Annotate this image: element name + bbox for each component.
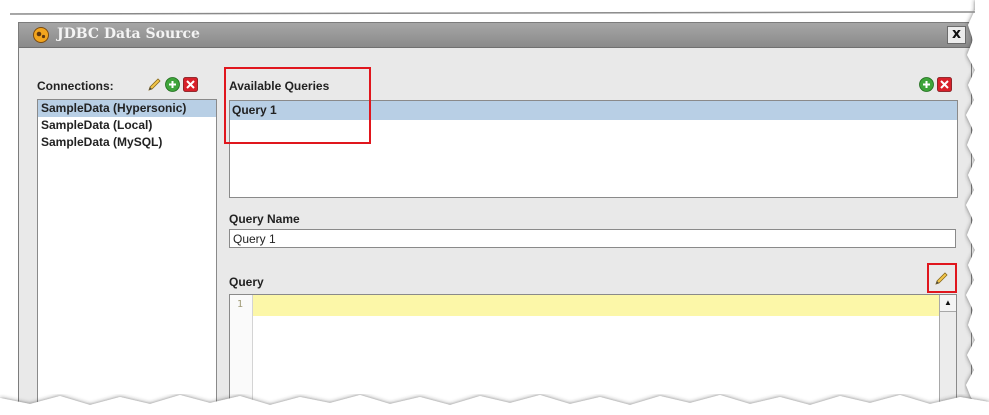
annotation-box-edit <box>927 263 957 293</box>
list-item[interactable]: SampleData (Local) <box>38 117 216 134</box>
line-number: 1 <box>237 299 244 310</box>
list-item[interactable]: SampleData (Hypersonic) <box>38 100 216 117</box>
dialog-title: JDBC Data Source <box>57 26 200 42</box>
current-line-highlight <box>253 295 940 316</box>
connections-label: Connections: <box>37 79 114 93</box>
scroll-up-arrow-icon[interactable]: ▲ <box>940 295 956 312</box>
close-button[interactable]: x <box>947 26 966 44</box>
line-gutter: 1 <box>230 295 253 408</box>
add-connection-icon[interactable] <box>165 77 180 92</box>
remove-query-icon[interactable] <box>937 77 952 92</box>
pentaho-icon <box>33 27 49 43</box>
query-label: Query <box>229 275 264 289</box>
jdbc-dialog: JDBC Data Source x Connections: SampleDa… <box>18 22 972 409</box>
title-bar[interactable]: JDBC Data Source x <box>19 23 971 48</box>
vertical-scrollbar[interactable]: ▲ <box>939 295 956 408</box>
query-name-input[interactable] <box>229 229 956 248</box>
query-name-label: Query Name <box>229 212 300 226</box>
connections-list[interactable]: SampleData (Hypersonic) SampleData (Loca… <box>37 99 217 408</box>
add-query-icon[interactable] <box>919 77 934 92</box>
annotation-box-queries <box>224 67 371 144</box>
list-item[interactable]: SampleData (MySQL) <box>38 134 216 151</box>
query-editor[interactable]: 1 ▲ <box>229 294 957 408</box>
pencil-icon[interactable] <box>147 77 162 92</box>
remove-connection-icon[interactable] <box>183 77 198 92</box>
